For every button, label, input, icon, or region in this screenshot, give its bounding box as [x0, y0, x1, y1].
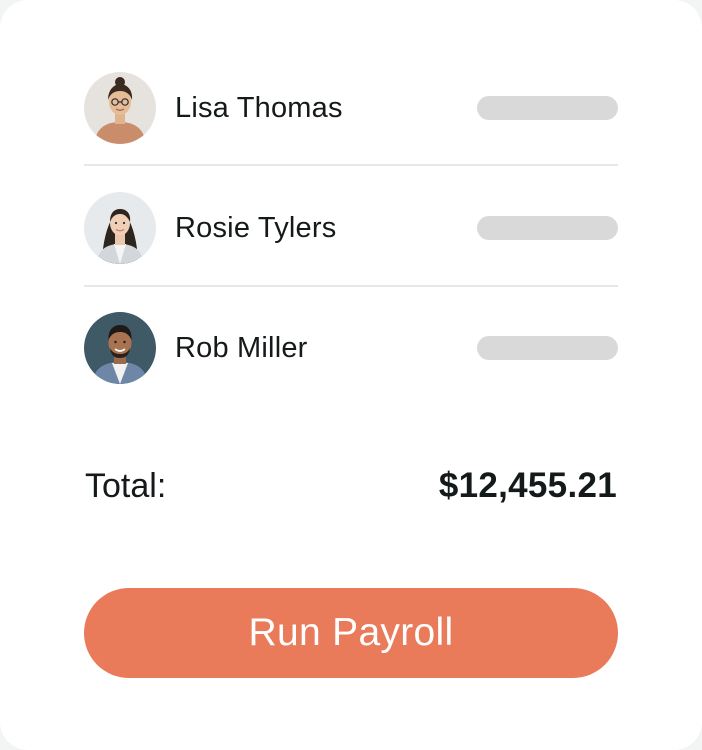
- employee-row: Rosie Tylers: [84, 192, 618, 264]
- employee-row: Lisa Thomas: [84, 72, 618, 144]
- divider: [84, 164, 618, 166]
- employee-name: Rosie Tylers: [175, 212, 337, 244]
- payroll-card: Lisa Thomas Rosie Tylers Rob Miller Tota…: [0, 0, 702, 750]
- total-value: $12,455.21: [438, 466, 617, 505]
- divider: [84, 285, 618, 287]
- amount-placeholder: [477, 216, 618, 240]
- avatar: [84, 72, 156, 144]
- employee-name: Lisa Thomas: [175, 92, 343, 124]
- employee-name: Rob Miller: [175, 332, 308, 364]
- total-label: Total:: [85, 467, 167, 505]
- run-payroll-button[interactable]: Run Payroll: [84, 588, 618, 678]
- amount-placeholder: [477, 96, 618, 120]
- amount-placeholder: [477, 336, 618, 360]
- employee-row: Rob Miller: [84, 312, 618, 384]
- avatar: [84, 312, 156, 384]
- avatar: [84, 192, 156, 264]
